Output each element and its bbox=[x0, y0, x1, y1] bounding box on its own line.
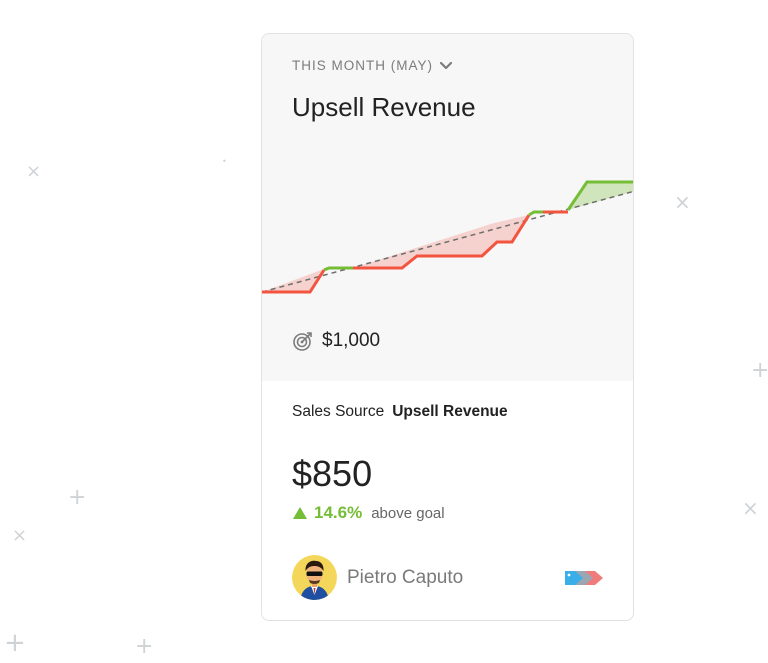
avatar bbox=[292, 555, 337, 600]
revenue-line-above bbox=[323, 266, 353, 272]
delta-text: above goal bbox=[371, 504, 445, 522]
revenue-line-above bbox=[528, 210, 543, 217]
revenue-card[interactable]: THIS MONTH (MAY) Upsell Revenue $1,000 S… bbox=[261, 33, 634, 621]
background-plus: + bbox=[68, 485, 87, 510]
card-header: THIS MONTH (MAY) Upsell Revenue $1,000 bbox=[262, 34, 633, 381]
goal-delta: 14.6% above goal bbox=[292, 503, 445, 523]
delta-percent: 14.6% bbox=[314, 503, 363, 522]
user-name: Pietro Caputo bbox=[347, 566, 464, 588]
below-goal-area bbox=[262, 269, 324, 292]
background-plus: + bbox=[135, 634, 154, 659]
goal-line bbox=[262, 190, 633, 293]
goal-value: $1,000 bbox=[322, 330, 381, 351]
background-plus: + bbox=[751, 358, 768, 383]
goal-row: $1,000 bbox=[292, 330, 380, 352]
background-cross: × bbox=[12, 525, 28, 546]
assigned-user[interactable]: Pietro Caputo bbox=[292, 555, 463, 600]
background-cross: × bbox=[742, 496, 759, 520]
background-cross: × bbox=[674, 190, 691, 214]
background-dot: • bbox=[222, 157, 227, 166]
target-icon bbox=[293, 332, 312, 351]
sales-source: Sales Source Upsell Revenue bbox=[292, 403, 508, 421]
background-cross: × bbox=[26, 161, 42, 182]
period-dropdown[interactable]: THIS MONTH (MAY) bbox=[292, 58, 453, 73]
revenue-amount: $850 bbox=[292, 453, 373, 494]
tags-icon[interactable] bbox=[563, 569, 605, 592]
period-label: THIS MONTH (MAY) bbox=[292, 58, 433, 73]
sales-source-label: Sales Source bbox=[292, 403, 385, 420]
card-title: Upsell Revenue bbox=[292, 92, 476, 122]
background-plus: + bbox=[4, 628, 26, 658]
revenue-trend-chart bbox=[262, 180, 633, 294]
arrow-up-icon bbox=[293, 507, 307, 519]
chevron-down-icon bbox=[439, 61, 453, 69]
sales-source-value: Upsell Revenue bbox=[392, 403, 508, 420]
